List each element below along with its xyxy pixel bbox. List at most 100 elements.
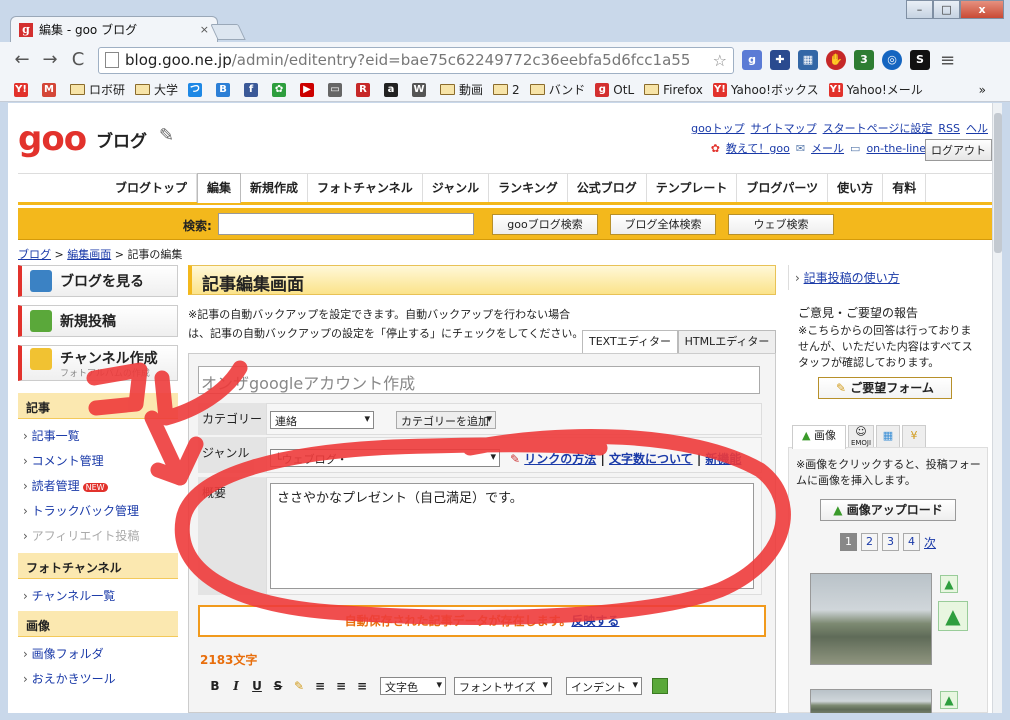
link-method-link[interactable]: リンクの方法 bbox=[524, 452, 596, 466]
gnav-item-2[interactable]: 新規作成 bbox=[241, 174, 309, 202]
top-link-3[interactable]: RSS bbox=[938, 122, 960, 135]
view-blog-button[interactable]: ブログを見る bbox=[18, 265, 178, 297]
indent-select[interactable]: インデント bbox=[566, 677, 642, 695]
extension-puzzle-icon[interactable]: ✚ bbox=[770, 50, 790, 70]
marker-icon[interactable]: ✎ bbox=[290, 679, 308, 693]
extension-flag-icon[interactable]: 3 bbox=[854, 50, 874, 70]
bookmark-5[interactable]: B bbox=[216, 82, 234, 97]
bookmark-2[interactable]: ロボ研 bbox=[70, 81, 125, 98]
scroll-thumb[interactable] bbox=[994, 113, 1002, 253]
close-window-button[interactable]: x bbox=[960, 0, 1004, 19]
category-select[interactable]: 連絡 bbox=[270, 411, 374, 429]
trackback-manage-link[interactable]: トラックバック管理 bbox=[23, 502, 139, 519]
tab-image[interactable]: ▲ 画像 bbox=[792, 425, 846, 449]
bookmark-15[interactable]: バンド bbox=[529, 81, 585, 98]
search-input[interactable] bbox=[218, 213, 474, 235]
page-1[interactable]: 1 bbox=[840, 533, 857, 551]
comment-manage-link[interactable]: コメント管理 bbox=[23, 452, 104, 469]
top-link-2[interactable]: スタートページに設定 bbox=[823, 122, 933, 135]
oekaki-tool-link[interactable]: おえかきツール bbox=[23, 670, 116, 687]
reader-manage-link[interactable]: 読者管理NEW bbox=[23, 477, 108, 494]
page-3[interactable]: 3 bbox=[882, 533, 899, 551]
breadcrumb-blog[interactable]: ブログ bbox=[18, 248, 51, 261]
insert-small-icon[interactable]: ▲ bbox=[940, 575, 958, 593]
gnav-item-6[interactable]: 公式ブログ bbox=[568, 174, 647, 202]
insert-icon[interactable] bbox=[652, 678, 668, 694]
article-list-link[interactable]: 記事一覧 bbox=[23, 427, 80, 444]
top-link-1[interactable]: サイトマップ bbox=[751, 122, 817, 135]
font-size-select[interactable]: フォントサイズ bbox=[454, 677, 552, 695]
entry-title-input[interactable]: オンザgoogleアカウント作成 bbox=[198, 366, 760, 394]
oshiete-link[interactable]: 教えて！goo bbox=[726, 140, 790, 156]
tab-colorful[interactable]: ▦ bbox=[876, 425, 900, 447]
gnav-item-8[interactable]: ブログパーツ bbox=[737, 174, 829, 202]
back-button[interactable]: ← bbox=[8, 46, 36, 74]
breadcrumb-edit[interactable]: 編集画面 bbox=[67, 248, 111, 261]
gnav-item-10[interactable]: 有料 bbox=[883, 174, 927, 202]
extension-target-icon[interactable]: ◎ bbox=[882, 50, 902, 70]
insert-small-icon-2[interactable]: ▲ bbox=[940, 691, 958, 709]
bookmark-4[interactable]: つ bbox=[188, 82, 206, 97]
bookmark-8[interactable]: ▶ bbox=[300, 82, 318, 97]
new-post-button[interactable]: 新規投稿 bbox=[18, 305, 178, 337]
bookmark-7[interactable]: ✿ bbox=[272, 82, 290, 97]
new-feature-link[interactable]: 新機能 bbox=[705, 452, 741, 466]
image-folder-link[interactable]: 画像フォルダ bbox=[23, 645, 104, 662]
minimize-button[interactable]: – bbox=[906, 0, 933, 19]
page-2[interactable]: 2 bbox=[861, 533, 878, 551]
extension-google-icon[interactable]: g bbox=[742, 50, 762, 70]
image-thumbnail[interactable] bbox=[810, 573, 932, 665]
create-channel-button[interactable]: チャンネル作成 フォトアルバムの作成 bbox=[18, 345, 178, 381]
tab-html-editor[interactable]: HTMLエディター bbox=[678, 330, 776, 354]
bookmark-0[interactable]: Y! bbox=[14, 82, 32, 97]
maximize-button[interactable]: □ bbox=[933, 0, 960, 19]
feedback-form-button[interactable]: ✎ ご要望フォーム bbox=[818, 377, 952, 399]
mail-link[interactable]: メール bbox=[811, 140, 844, 156]
page-4[interactable]: 4 bbox=[903, 533, 920, 551]
gnav-item-9[interactable]: 使い方 bbox=[828, 174, 884, 202]
affiliate-post-link[interactable]: アフィリエイト投稿 bbox=[23, 527, 140, 544]
tab-yen[interactable]: ¥ bbox=[902, 425, 926, 447]
extension-window-icon[interactable]: ▦ bbox=[798, 50, 818, 70]
how-to-post-link[interactable]: 記事投稿の使い方 bbox=[804, 271, 900, 285]
apply-autosave-link[interactable]: 反映する bbox=[571, 614, 619, 628]
bookmark-18[interactable]: Y! Yahoo!ボックス bbox=[712, 81, 819, 98]
chrome-menu-icon[interactable]: ≡ bbox=[940, 50, 955, 71]
browser-tab[interactable]: g 編集 - goo ブログ × bbox=[10, 16, 218, 42]
goo-blog-search-button[interactable]: gooブログ検索 bbox=[492, 214, 598, 235]
tab-close-icon[interactable]: × bbox=[200, 23, 209, 36]
top-link-4[interactable]: ヘル bbox=[966, 122, 988, 135]
gnav-item-7[interactable]: テンプレート bbox=[647, 174, 738, 202]
genre-select[interactable]: └ウェブログ・ bbox=[270, 449, 500, 467]
reload-button[interactable]: C bbox=[64, 46, 92, 74]
extension-stop-icon[interactable]: ✋ bbox=[826, 50, 846, 70]
tab-emoji[interactable]: ☺ EMOJI bbox=[848, 425, 874, 447]
align-left-icon[interactable]: ≡ bbox=[311, 679, 329, 693]
bookmark-12[interactable]: W bbox=[412, 82, 430, 97]
gnav-item-3[interactable]: フォトチャンネル bbox=[308, 174, 423, 202]
bookmark-star-icon[interactable]: ☆ bbox=[713, 51, 727, 70]
channel-list-link[interactable]: チャンネル一覧 bbox=[23, 587, 116, 604]
next-page-link[interactable]: 次 bbox=[924, 534, 936, 551]
goo-logo[interactable]: goo bbox=[18, 119, 87, 159]
gnav-item-1[interactable]: 編集 bbox=[197, 173, 242, 203]
summary-textarea[interactable]: ささやかなプレゼント（自己満足）です。 bbox=[270, 483, 754, 589]
gnav-item-4[interactable]: ジャンル bbox=[423, 174, 490, 202]
text-color-select[interactable]: 文字色 bbox=[380, 677, 446, 695]
forward-button[interactable]: → bbox=[36, 46, 64, 74]
bookmark-17[interactable]: Firefox bbox=[644, 83, 703, 97]
gnav-item-0[interactable]: ブログトップ bbox=[106, 174, 198, 202]
top-link-0[interactable]: gooトップ bbox=[691, 122, 744, 135]
bookmark-13[interactable]: 動画 bbox=[440, 81, 483, 98]
gnav-item-5[interactable]: ランキング bbox=[489, 174, 568, 202]
image-upload-button[interactable]: ▲ 画像アップロード bbox=[820, 499, 956, 521]
strike-button[interactable]: S bbox=[269, 679, 287, 693]
blog-service-name[interactable]: ブログ bbox=[96, 127, 147, 152]
align-center-icon[interactable]: ≡ bbox=[332, 679, 350, 693]
bookmark-9[interactable]: ▭ bbox=[328, 82, 346, 97]
insert-large-icon[interactable]: ▲ bbox=[938, 601, 968, 631]
image-thumbnail-2[interactable] bbox=[810, 689, 932, 713]
underline-button[interactable]: U bbox=[248, 679, 266, 693]
bookmark-1[interactable]: M bbox=[42, 82, 60, 97]
bookmark-19[interactable]: Y! Yahoo!メール bbox=[828, 81, 923, 98]
